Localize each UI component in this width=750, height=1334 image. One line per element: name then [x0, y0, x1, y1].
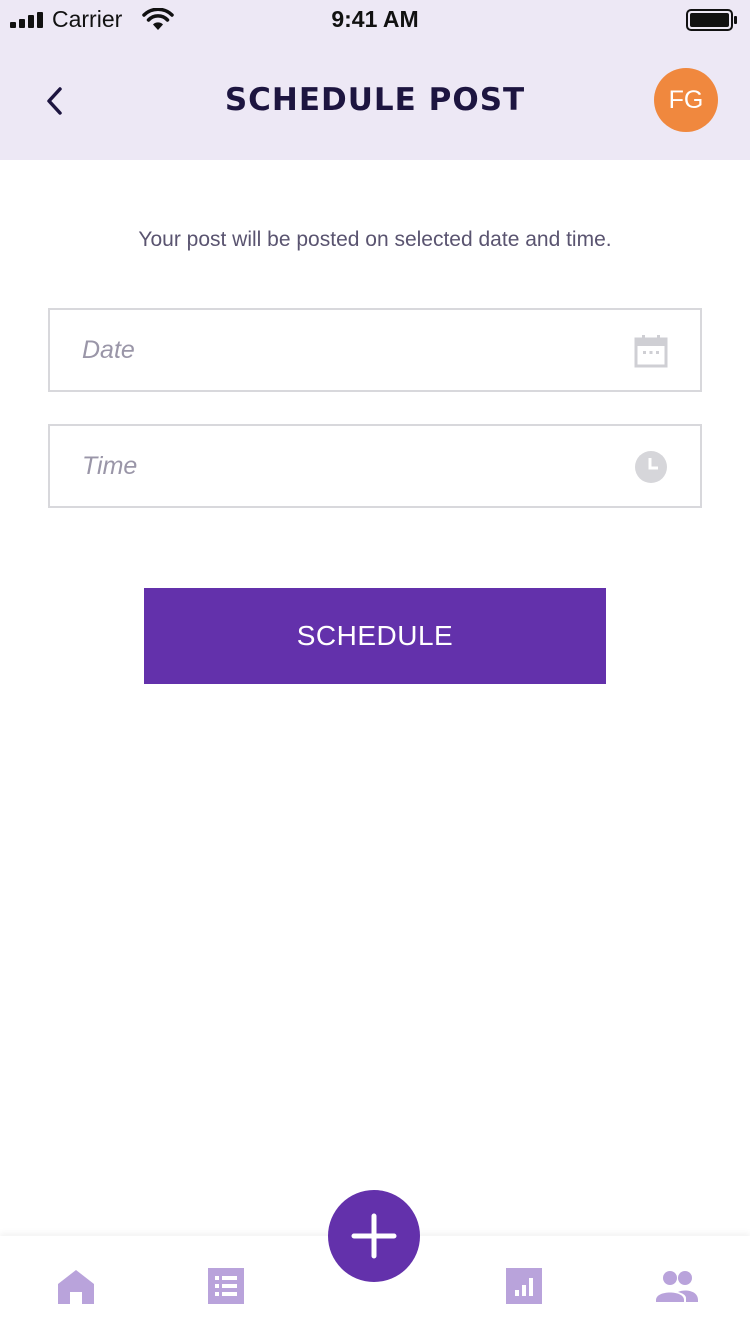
header-bar: Carrier 9:41 AM SCHEDULE POST FG — [0, 0, 750, 160]
time-field[interactable]: Time — [48, 424, 702, 508]
time-placeholder: Time — [82, 452, 138, 480]
date-placeholder: Date — [82, 336, 135, 364]
calendar-icon[interactable] — [634, 334, 668, 368]
page-title: SCHEDULE POST — [224, 82, 526, 118]
schedule-button[interactable]: SCHEDULE — [144, 588, 606, 684]
stats-icon[interactable] — [504, 1266, 544, 1306]
schedule-post-screen: Carrier 9:41 AM SCHEDULE POST FG Your po… — [0, 0, 750, 1334]
people-icon[interactable] — [654, 1266, 700, 1306]
avatar[interactable]: FG — [654, 68, 718, 132]
status-bar: Carrier 9:41 AM — [0, 0, 750, 40]
battery-icon — [686, 9, 737, 31]
list-icon[interactable] — [206, 1266, 246, 1306]
status-time: 9:41 AM — [331, 6, 419, 32]
add-icon — [351, 1213, 397, 1259]
clock-icon[interactable] — [634, 450, 668, 484]
home-icon[interactable] — [56, 1266, 96, 1306]
date-field[interactable]: Date — [48, 308, 702, 392]
add-post-button[interactable] — [328, 1190, 420, 1282]
schedule-info-text: Your post will be posted on selected dat… — [138, 228, 612, 251]
